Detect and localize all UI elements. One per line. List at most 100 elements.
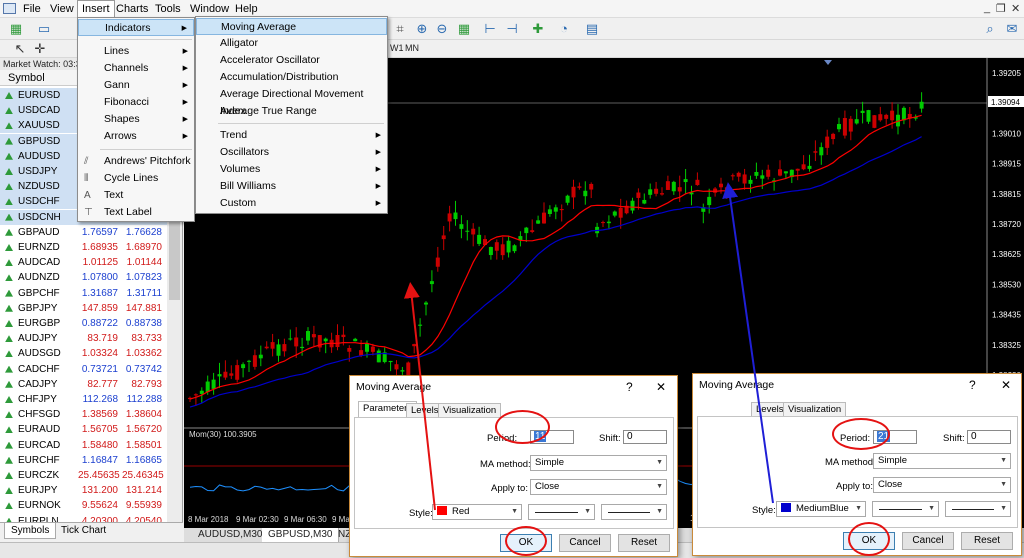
minimize-icon[interactable]: _ (984, 2, 990, 14)
list-item[interactable]: EURNOK 9.55624 9.55939 (0, 498, 167, 513)
new-chart-icon[interactable]: ▦ (8, 21, 24, 37)
apply-to-select[interactable]: Close ▼ (530, 479, 667, 495)
help-icon[interactable]: ? (969, 374, 976, 396)
list-item[interactable]: CHFSGD 1.38569 1.38604 (0, 407, 167, 422)
indicators-icon[interactable]: ✚ (530, 21, 546, 37)
menu-view[interactable]: View (46, 0, 78, 18)
menu-item-bill-williams[interactable]: Bill Williams ▶ (196, 178, 387, 195)
shift-input[interactable]: 0 (623, 430, 667, 444)
tick-direction-icon (5, 335, 13, 343)
menu-file[interactable]: File (19, 0, 45, 18)
templates-icon[interactable]: ▤ (584, 21, 600, 37)
menu-item-gann[interactable]: Gann ▶ (78, 77, 194, 94)
menu-item-trend[interactable]: Trend ▶ (196, 127, 387, 144)
menu-item-oscillators[interactable]: Oscillators ▶ (196, 144, 387, 161)
shift-input[interactable]: 0 (967, 430, 1011, 444)
list-item[interactable]: AUDNZD 1.07800 1.07823 (0, 270, 167, 285)
chart-tab-audusd[interactable]: AUDUSD,M30 (192, 528, 270, 542)
menu-item-accelerator-oscillator[interactable]: Accelerator Oscillator (196, 52, 387, 69)
menu-item-shapes[interactable]: Shapes ▶ (78, 111, 194, 128)
close-icon[interactable]: ✕ (1001, 374, 1011, 396)
crosshair-icon[interactable]: ⌗ (392, 21, 408, 37)
line-width-select[interactable]: ▼ (601, 504, 667, 520)
ma-method-select[interactable]: Simple ▼ (873, 453, 1011, 469)
list-item[interactable]: GBPCHF 1.31687 1.31711 (0, 286, 167, 301)
menu-item-volumes[interactable]: Volumes ▶ (196, 161, 387, 178)
menu-item-alligator[interactable]: Alligator (196, 35, 387, 52)
menu-item-indicators[interactable]: Indicators ▶ (78, 19, 194, 36)
autoscroll-icon[interactable]: ⊣ (504, 21, 520, 37)
list-item[interactable]: CHFJPY 112.268 112.288 (0, 392, 167, 407)
list-item[interactable]: EURCAD 1.58480 1.58501 (0, 438, 167, 453)
list-item[interactable]: EURJPY 131.200 131.214 (0, 483, 167, 498)
close-icon[interactable]: ✕ (1011, 2, 1020, 15)
menu-item-text-label[interactable]: ⊤ Text Label (78, 204, 194, 221)
candle-body (258, 354, 263, 359)
cursor-icon[interactable]: ↖ (12, 41, 28, 57)
price-label: 1.38915 (992, 160, 1021, 169)
chart-tab-gbpusd[interactable]: GBPUSD,M30 (262, 528, 340, 542)
list-item[interactable]: EURCHF 1.16847 1.16865 (0, 453, 167, 468)
menu-item-arrows[interactable]: Arrows ▶ (78, 128, 194, 145)
menu-item-custom[interactable]: Custom ▶ (196, 195, 387, 212)
menu-item-channels[interactable]: Channels ▶ (78, 60, 194, 77)
periods-icon[interactable]: ◔ (556, 21, 572, 37)
candle-body (241, 364, 246, 369)
menu-item-fibonacci[interactable]: Fibonacci ▶ (78, 94, 194, 111)
list-item[interactable]: EURCZK 25.45635 25.46345 (0, 468, 167, 483)
tab-tick-chart[interactable]: Tick Chart (55, 523, 112, 539)
zoom-out-icon[interactable]: ⊖ (434, 21, 450, 37)
list-item[interactable]: AUDJPY 83.719 83.733 (0, 331, 167, 346)
tab-visualization[interactable]: Visualization (438, 403, 502, 417)
cancel-button[interactable]: Cancel (559, 534, 611, 552)
menu-item-average-true-range[interactable]: Average True Range (196, 103, 387, 120)
menu-charts[interactable]: Charts (112, 0, 152, 18)
close-icon[interactable]: ✕ (656, 376, 666, 398)
menu-item-lines[interactable]: Lines ▶ (78, 43, 194, 60)
search-icon[interactable]: ⌕ (982, 21, 998, 37)
help-icon[interactable]: ? (626, 376, 633, 398)
zoom-in-icon[interactable]: ⊕ (414, 21, 430, 37)
menu-item-label: Shapes (104, 113, 140, 125)
list-item[interactable]: CADCHF 0.73721 0.73742 (0, 362, 167, 377)
candle-body (477, 234, 482, 244)
reset-button[interactable]: Reset (961, 532, 1013, 550)
list-item[interactable]: GBPJPY 147.859 147.881 (0, 301, 167, 316)
timeframe-mn[interactable]: MN (405, 43, 419, 53)
list-item[interactable]: AUDSGD 1.03324 1.03362 (0, 346, 167, 361)
ma-method-select[interactable]: Simple ▼ (530, 455, 667, 471)
submenu-arrow-icon: ▶ (375, 149, 381, 156)
tile-windows-icon[interactable]: ▦ (456, 21, 472, 37)
menu-item-admi[interactable]: Average Directional Movement Index (196, 86, 387, 117)
tab-symbols[interactable]: Symbols (4, 523, 57, 539)
menu-item-andrews-pitchfork[interactable]: ⫽ Andrews' Pitchfork (78, 153, 194, 170)
restore-icon[interactable]: ❐ (996, 2, 1006, 15)
line-width-select[interactable]: ▼ (945, 501, 1011, 517)
list-item[interactable]: CADJPY 82.777 82.793 (0, 377, 167, 392)
chat-icon[interactable]: ✉ (1004, 21, 1020, 37)
timeframe-w1[interactable]: W1 (390, 43, 404, 53)
line-style-select[interactable]: ▼ (872, 501, 939, 517)
menu-item-moving-average[interactable]: Moving Average (196, 18, 387, 35)
list-item[interactable]: GBPAUD 1.76597 1.76628 (0, 225, 167, 240)
list-item[interactable]: EURAUD 1.56705 1.56720 (0, 422, 167, 437)
profiles-icon[interactable]: ▭ (36, 21, 52, 37)
menu-item-label: Indicators (105, 22, 151, 34)
list-item[interactable]: EURNZD 1.68935 1.68970 (0, 240, 167, 255)
apply-to-select[interactable]: Close ▼ (873, 477, 1011, 493)
list-item[interactable]: EURGBP 0.88722 0.88738 (0, 316, 167, 331)
cancel-button[interactable]: Cancel (902, 532, 954, 550)
menu-item-cycle-lines[interactable]: ⦀ Cycle Lines (78, 170, 194, 187)
list-item[interactable]: AUDCAD 1.01125 1.01144 (0, 255, 167, 270)
style-color-select[interactable]: MediumBlue ▼ (776, 501, 866, 517)
reset-button[interactable]: Reset (618, 534, 670, 552)
tab-visualization[interactable]: Visualization (783, 402, 847, 416)
crosshair-tool-icon[interactable]: ✛ (32, 41, 48, 57)
menu-tools[interactable]: Tools (151, 0, 185, 18)
style-color-select[interactable]: Red ▼ (432, 504, 522, 520)
line-style-select[interactable]: ▼ (528, 504, 595, 520)
menu-item-accumulation-distribution[interactable]: Accumulation/Distribution (196, 69, 387, 86)
candle-body (671, 181, 676, 192)
chart-shift-icon[interactable]: ⊢ (482, 21, 498, 37)
menu-item-text[interactable]: A Text (78, 187, 194, 204)
